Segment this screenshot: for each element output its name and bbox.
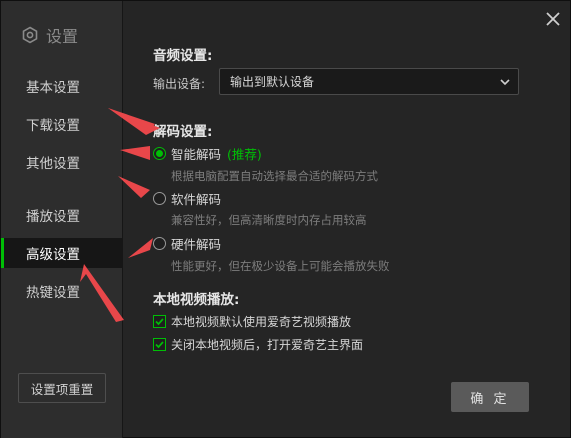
reset-settings-button[interactable]: 设置项重置 <box>18 373 106 403</box>
sidebar-item-advanced[interactable]: 高级设置 <box>1 238 122 268</box>
open-main-after-close-label: 关闭本地视频后，打开爱奇艺主界面 <box>171 337 364 352</box>
output-device-label: 输出设备: <box>153 77 206 91</box>
recommended-tag: (推荐) <box>227 146 262 162</box>
open-main-after-close-checkbox[interactable] <box>153 337 166 351</box>
sidebar-item-label: 下载设置 <box>26 118 80 134</box>
sidebar-item-label: 热键设置 <box>26 285 80 301</box>
confirm-button[interactable]: 确 定 <box>451 382 529 412</box>
checkmark-icon <box>155 317 164 325</box>
software-decode-description: 兼容性好，但高清晰度时内存占用较高 <box>171 213 367 227</box>
sidebar-item-label: 其他设置 <box>26 156 80 172</box>
sidebar-item-label: 播放设置 <box>26 209 80 225</box>
sidebar-item-basic[interactable]: 基本设置 <box>1 71 122 101</box>
close-icon <box>546 12 560 26</box>
output-device-select[interactable]: 输出到默认设备 <box>219 68 519 95</box>
sidebar-item-other[interactable]: 其他设置 <box>1 147 122 177</box>
software-decode-radio[interactable] <box>153 191 166 205</box>
output-device-value: 输出到默认设备 <box>230 75 315 89</box>
checkmark-icon <box>155 340 164 348</box>
local-default-player-checkbox[interactable] <box>153 314 166 328</box>
hardware-decode-radio[interactable] <box>153 236 166 250</box>
local-video-section-title: 本地视频播放: <box>153 292 240 308</box>
software-decode-label: 软件解码 <box>171 191 222 207</box>
audio-section-title: 音频设置: <box>153 48 213 64</box>
sidebar-item-playback[interactable]: 播放设置 <box>1 200 122 230</box>
decode-section-title: 解码设置: <box>153 124 213 140</box>
hardware-decode-option[interactable]: 硬件解码 <box>153 235 222 252</box>
sidebar-title-text: 设置 <box>46 27 79 46</box>
close-button[interactable] <box>541 7 565 31</box>
settings-hexagon-icon <box>22 26 38 44</box>
chevron-down-icon <box>500 79 510 86</box>
local-default-player-label: 本地视频默认使用爱奇艺视频播放 <box>171 314 352 329</box>
local-default-player-option[interactable]: 本地视频默认使用爱奇艺视频播放 <box>153 313 351 329</box>
sidebar-title: 设置 <box>21 23 78 47</box>
open-main-after-close-option[interactable]: 关闭本地视频后，打开爱奇艺主界面 <box>153 336 363 352</box>
sidebar: 设置 基本设置 下载设置 其他设置 播放设置 高级设置 热键设置 设置项重置 <box>1 1 123 438</box>
hardware-decode-description: 性能更好，但在极少设备上可能会播放失败 <box>171 259 390 273</box>
smart-decode-option[interactable]: 智能解码 (推荐) <box>153 145 262 162</box>
settings-dialog: 设置 基本设置 下载设置 其他设置 播放设置 高级设置 热键设置 设置项重置 音… <box>0 0 571 438</box>
hardware-decode-label: 硬件解码 <box>171 236 222 252</box>
software-decode-option[interactable]: 软件解码 <box>153 190 222 207</box>
smart-decode-radio[interactable] <box>153 146 166 160</box>
sidebar-item-hotkeys[interactable]: 热键设置 <box>1 276 122 306</box>
sidebar-item-label: 高级设置 <box>26 247 80 263</box>
sidebar-item-label: 基本设置 <box>26 80 80 96</box>
smart-decode-description: 根据电脑配置自动选择最合适的解码方式 <box>171 169 378 183</box>
smart-decode-label: 智能解码 <box>171 146 222 162</box>
sidebar-item-download[interactable]: 下载设置 <box>1 109 122 139</box>
